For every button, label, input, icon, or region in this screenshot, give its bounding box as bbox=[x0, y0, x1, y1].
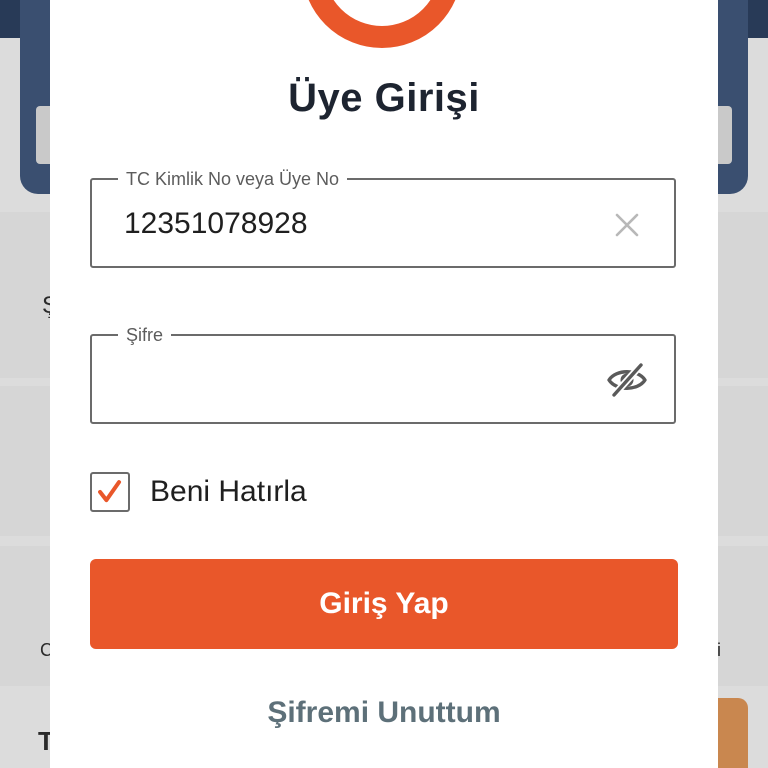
id-field[interactable]: TC Kimlik No veya Üye No 12351078928 bbox=[90, 168, 676, 268]
id-field-label: TC Kimlik No veya Üye No bbox=[118, 168, 348, 190]
modal-title: Üye Girişi bbox=[288, 76, 480, 120]
login-modal: Üye Girişi TC Kimlik No veya Üye No 1235… bbox=[50, 0, 718, 768]
password-field[interactable]: Şifre bbox=[90, 324, 676, 424]
close-icon[interactable] bbox=[612, 210, 642, 240]
remember-me-label: Beni Hatırla bbox=[150, 475, 307, 508]
eye-off-icon[interactable] bbox=[606, 360, 648, 400]
brand-logo bbox=[302, 0, 462, 48]
forgot-password-link[interactable]: Şifremi Unuttum bbox=[50, 696, 718, 730]
checkbox-box[interactable] bbox=[90, 472, 130, 512]
checkmark-icon bbox=[98, 480, 122, 503]
id-field-value[interactable]: 12351078928 bbox=[124, 206, 308, 242]
password-field-label: Şifre bbox=[118, 324, 172, 346]
login-button[interactable]: Giriş Yap bbox=[90, 559, 678, 649]
